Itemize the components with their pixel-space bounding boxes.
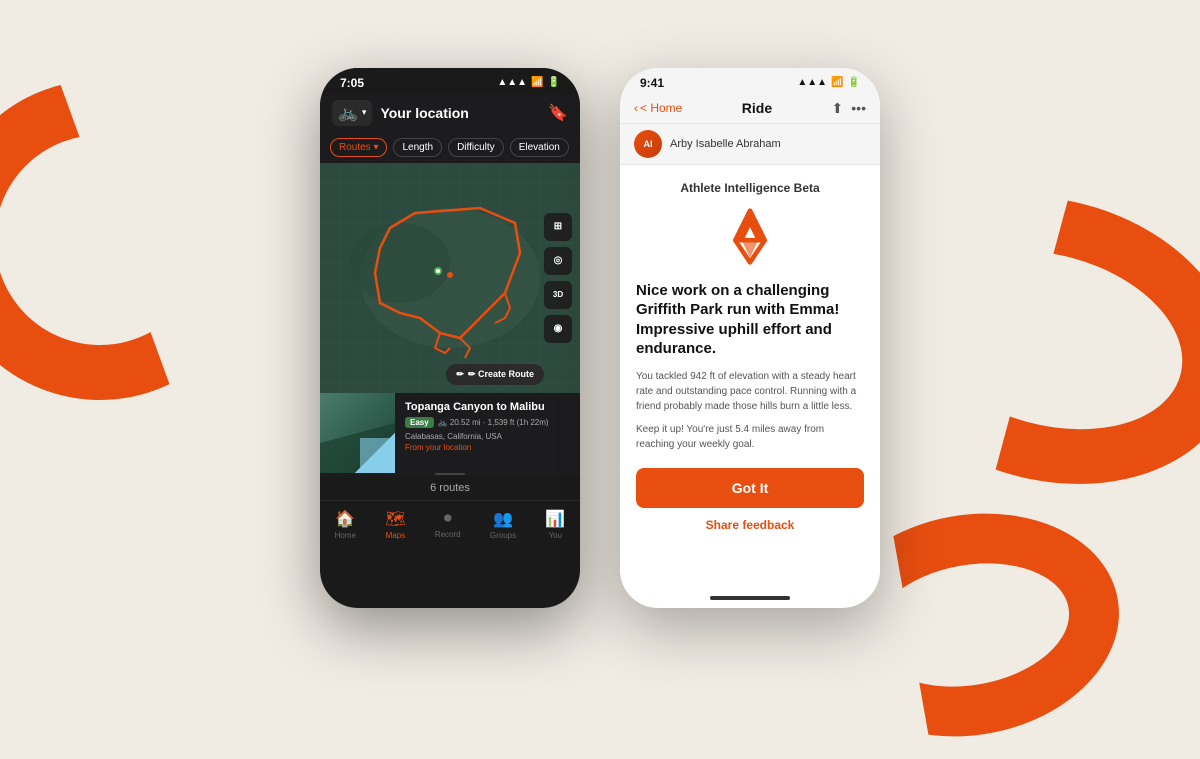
home-icon: 🏠	[335, 509, 355, 529]
difficulty-tag: Easy	[405, 417, 434, 428]
map-controls: ⊞ ◎ 3D ◉	[544, 213, 572, 343]
ride-title: Ride	[742, 100, 772, 116]
route-stats: 🚲 20.52 mi · 1,539 ft (1h 22m)	[438, 418, 549, 427]
right-phone: 9:41 ▲▲▲ 📶 🔋 ‹ < Home Ride ⬆ ••• AI	[620, 68, 880, 608]
routes-count: 6 routes	[320, 476, 580, 500]
back-chevron-icon: ‹	[634, 101, 638, 115]
ai-body-1: You tackled 942 ft of elevation with a s…	[636, 369, 864, 414]
user-strip: AI Arby Isabelle Abraham	[620, 124, 880, 165]
left-bottom-nav: 🏠 Home 🗺 Maps ⏺ Record 👥 Groups 📊 You	[320, 500, 580, 552]
nav-you-label: You	[549, 531, 563, 540]
route-from: From your location	[405, 443, 570, 452]
difficulty-filter[interactable]: Difficulty	[448, 138, 504, 157]
left-time: 7:05	[340, 76, 364, 90]
wifi-icon: 📶	[531, 77, 543, 88]
bike-selector[interactable]: 🚲 ▾	[332, 100, 372, 126]
strava-a-icon	[720, 207, 780, 267]
route-overlay	[320, 163, 580, 393]
route-card[interactable]: Topanga Canyon to Malibu Easy 🚲 20.52 mi…	[320, 393, 580, 473]
right-status-icons: ▲▲▲ 📶 🔋	[797, 77, 860, 88]
right-signal-icon: ▲▲▲	[797, 77, 827, 88]
home-indicator	[710, 596, 790, 600]
nav-record-label: Record	[435, 530, 461, 539]
left-top-bar: 🚲 ▾ Your location 🔖	[320, 94, 580, 132]
phones-container: 7:05 ▲▲▲ 📶 🔋 🚲 ▾ Your location 🔖 Routes …	[0, 0, 1200, 675]
right-wifi-icon: 📶	[831, 77, 843, 88]
right-status-bar: 9:41 ▲▲▲ 📶 🔋	[620, 68, 880, 94]
difficulty-filter-label: Difficulty	[457, 142, 495, 153]
ai-panel-title: Athlete Intelligence Beta	[636, 181, 864, 195]
share-feedback-button[interactable]: Share feedback	[636, 514, 864, 536]
more-icon[interactable]: •••	[851, 100, 866, 117]
groups-icon: 👥	[493, 509, 513, 529]
left-status-icons: ▲▲▲ 📶 🔋	[497, 77, 560, 88]
bike-icon: 🚲	[338, 103, 358, 123]
right-time: 9:41	[640, 76, 664, 90]
nav-record[interactable]: ⏺ Record	[435, 510, 461, 539]
elevation-filter[interactable]: Elevation	[510, 138, 569, 157]
pencil-icon: ✏	[456, 369, 464, 380]
user-avatar: AI	[634, 130, 662, 158]
left-status-bar: 7:05 ▲▲▲ 📶 🔋	[320, 68, 580, 94]
user-name: Arby Isabelle Abraham	[670, 138, 781, 150]
route-location: Calabasas, California, USA	[405, 432, 570, 441]
route-title: Topanga Canyon to Malibu	[405, 401, 570, 413]
nav-groups-label: Groups	[490, 531, 516, 540]
routes-filter-label: Routes ▾	[339, 142, 378, 153]
nav-you[interactable]: 📊 You	[545, 509, 565, 540]
filter-bar: Routes ▾ Length Difficulty Elevation	[320, 132, 580, 163]
nav-maps-label: Maps	[386, 531, 406, 540]
route-info: Topanga Canyon to Malibu Easy 🚲 20.52 mi…	[395, 393, 580, 473]
record-icon: ⏺	[444, 510, 452, 528]
3d-button[interactable]: 3D	[544, 281, 572, 309]
ai-body-2: Keep it up! You're just 5.4 miles away f…	[636, 422, 864, 452]
dropdown-icon: ▾	[362, 107, 367, 118]
layers-button[interactable]: ⊞	[544, 213, 572, 241]
left-phone: 7:05 ▲▲▲ 📶 🔋 🚲 ▾ Your location 🔖 Routes …	[320, 68, 580, 608]
globe-button[interactable]: ◎	[544, 247, 572, 275]
nav-groups[interactable]: 👥 Groups	[490, 509, 516, 540]
share-icon[interactable]: ⬆	[832, 100, 844, 117]
routes-filter[interactable]: Routes ▾	[330, 138, 387, 157]
bookmark-icon[interactable]: 🔖	[548, 103, 568, 123]
nav-home-label: Home	[335, 531, 356, 540]
length-filter-label: Length	[402, 142, 433, 153]
maps-icon: 🗺	[385, 509, 405, 529]
ai-headline: Nice work on a challenging Griffith Park…	[636, 281, 864, 359]
avatar-initials: AI	[644, 139, 653, 149]
nav-home[interactable]: 🏠 Home	[335, 509, 356, 540]
battery-icon: 🔋	[548, 77, 560, 88]
location-title: Your location	[380, 105, 540, 121]
right-battery-icon: 🔋	[848, 77, 860, 88]
nav-maps[interactable]: 🗺 Maps	[385, 509, 405, 540]
signal-icon: ▲▲▲	[497, 77, 527, 88]
location-button[interactable]: ◉	[544, 315, 572, 343]
length-filter[interactable]: Length	[393, 138, 442, 157]
back-label: < Home	[640, 101, 682, 115]
header-action-icons: ⬆ •••	[832, 100, 866, 117]
got-it-button[interactable]: Got It	[636, 468, 864, 508]
strava-logo-container	[636, 207, 864, 267]
back-button[interactable]: ‹ < Home	[634, 101, 682, 115]
route-thumbnail	[320, 393, 395, 473]
create-route-label: ✏ Create Route	[468, 369, 534, 380]
route-image-svg	[320, 393, 395, 473]
right-nav-header: ‹ < Home Ride ⬆ •••	[620, 94, 880, 124]
ai-panel: Athlete Intelligence Beta Nice w	[620, 165, 880, 590]
map[interactable]: WEST HILLS Hidden Hills Calabasas TARZ..…	[320, 163, 580, 393]
route-tags: Easy 🚲 20.52 mi · 1,539 ft (1h 22m)	[405, 417, 570, 428]
elevation-filter-label: Elevation	[519, 142, 560, 153]
create-route-button[interactable]: ✏ ✏ Create Route	[446, 364, 544, 385]
you-icon: 📊	[545, 509, 565, 529]
